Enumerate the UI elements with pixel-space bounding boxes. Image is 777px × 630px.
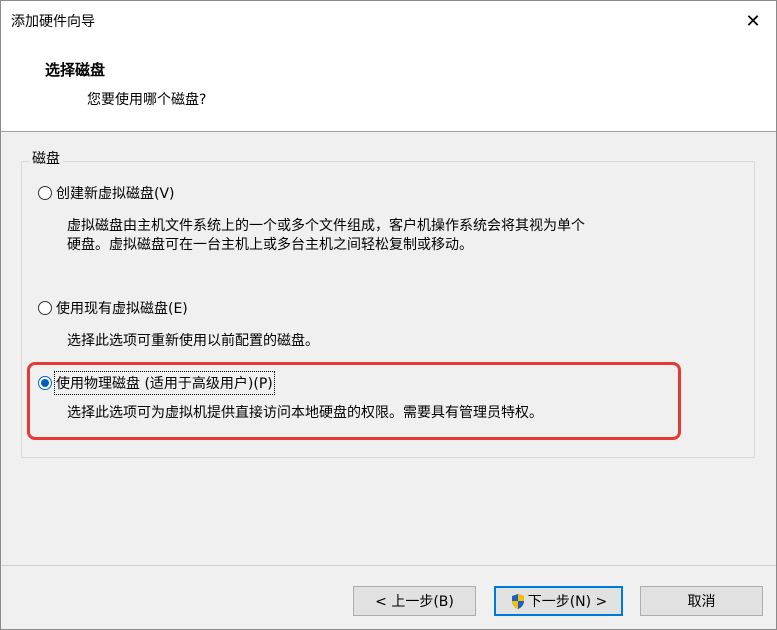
radio-button-create-new[interactable] [38,186,52,200]
cancel-button-label: 取消 [687,594,716,610]
back-button[interactable]: < 上一步(B) [353,586,476,616]
close-button[interactable]: ✕ [730,1,776,41]
wizard-header: 选择磁盘 您要使用哪个磁盘? [1,41,776,132]
back-button-label: < 上一步(B) [375,594,454,610]
radio-label-create-new: 创建新虚拟磁盘(V) [56,186,175,202]
description-line: 选择此选项可为虚拟机提供直接访问本地硬盘的权限。需要具有管理员特权。 [67,405,543,421]
title-bar: 添加硬件向导 ✕ [1,1,776,41]
uac-shield-icon [511,593,524,609]
wizard-dialog: 添加硬件向导 ✕ 选择磁盘 您要使用哪个磁盘? 磁盘 创建新虚拟磁盘(V) 虚拟… [0,0,777,630]
radio-button-use-physical[interactable] [38,376,52,390]
description-use-existing: 选择此选项可重新使用以前配置的磁盘。 [67,332,747,351]
radio-use-existing-virtual-disk[interactable]: 使用现有虚拟磁盘(E) [38,298,188,318]
groupbox-label: 磁盘 [29,148,63,168]
radio-create-new-virtual-disk[interactable]: 创建新虚拟磁盘(V) [38,183,175,203]
radio-label-use-physical: 使用物理磁盘 (适用于高级用户)(P) [54,371,275,395]
window-title: 添加硬件向导 [11,14,95,30]
description-line: 虚拟磁盘由主机文件系统上的一个或多个文件组成，客户机操作系统会将其视为单个 [67,218,585,234]
description-use-physical: 选择此选项可为虚拟机提供直接访问本地硬盘的权限。需要具有管理员特权。 [67,404,747,423]
radio-use-physical-disk[interactable]: 使用物理磁盘 (适用于高级用户)(P) [38,371,275,395]
description-line: 选择此选项可重新使用以前配置的磁盘。 [67,333,319,349]
description-line: 硬盘。虚拟磁盘可在一台主机上或多台主机之间轻松复制或移动。 [67,237,473,253]
description-create-new: 虚拟磁盘由主机文件系统上的一个或多个文件组成，客户机操作系统会将其视为单个 硬盘… [67,217,747,255]
close-icon: ✕ [745,10,761,32]
cancel-button[interactable]: 取消 [640,586,763,616]
next-button[interactable]: 下一步(N) > [494,586,623,616]
next-button-label: 下一步(N) > [527,594,608,610]
page-title: 选择磁盘 [45,61,106,79]
footer-separator [1,565,776,566]
page-subtitle: 您要使用哪个磁盘? [87,92,207,108]
radio-button-use-existing[interactable] [38,301,52,315]
radio-label-use-existing: 使用现有虚拟磁盘(E) [56,301,188,317]
